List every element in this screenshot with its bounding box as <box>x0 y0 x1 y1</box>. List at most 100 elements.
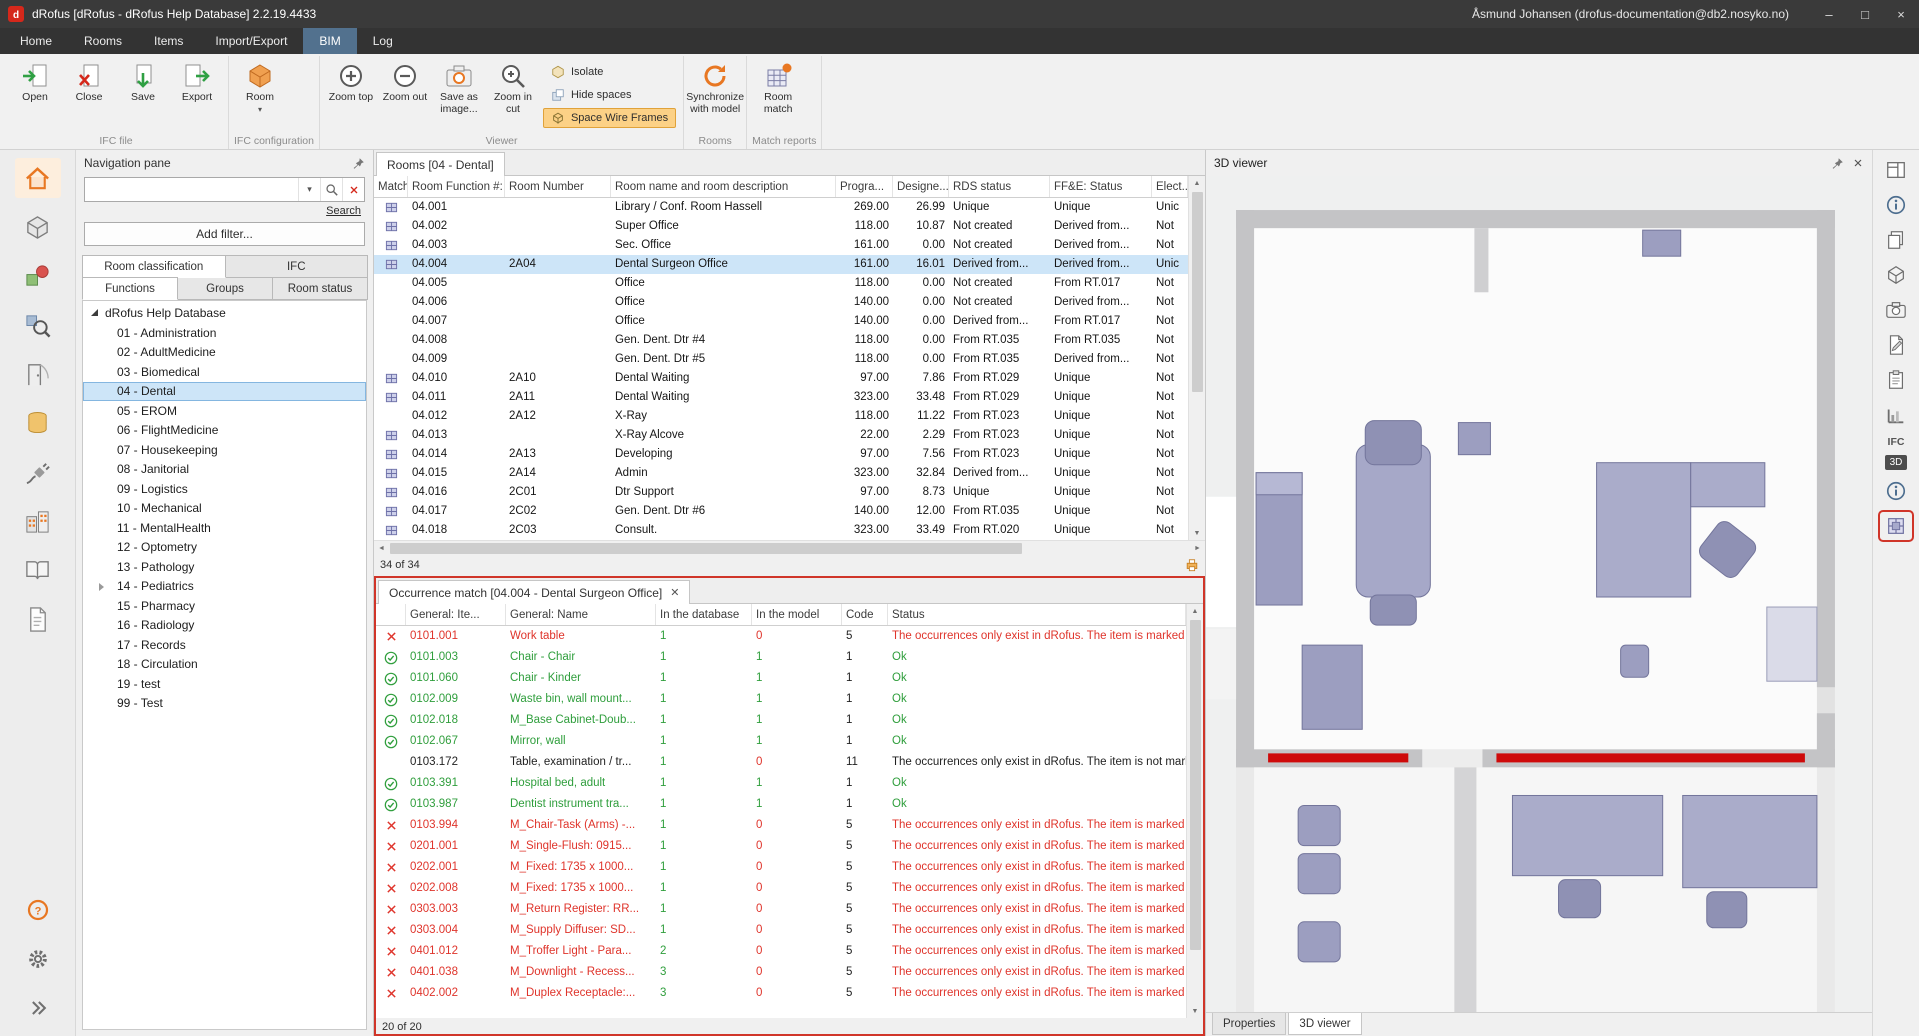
rooms-tab[interactable]: Rooms [04 - Dental] <box>376 152 505 176</box>
occurrence-match-tab[interactable]: Occurrence match [04.004 - Dental Surgeo… <box>378 580 690 604</box>
ribbon-button-export[interactable]: Export <box>171 58 223 128</box>
expander-icon[interactable] <box>91 309 98 316</box>
table-row[interactable]: 04.007Office140.000.00Derived from...Fro… <box>374 312 1188 331</box>
bim-model-icon[interactable] <box>1880 512 1912 540</box>
tree-item-18-circulation[interactable]: 18 - Circulation <box>83 655 366 675</box>
tree-item-16-radiology[interactable]: 16 - Radiology <box>83 616 366 636</box>
nav-subtab-groups[interactable]: Groups <box>177 277 273 300</box>
maximize-button[interactable]: □ <box>1847 0 1883 28</box>
tree-item-11-mentalhealth[interactable]: 11 - MentalHealth <box>83 518 366 538</box>
column-header-elect[interactable]: Elect... <box>1152 176 1188 197</box>
ribbon-toggle-space-wire-frames[interactable]: Space Wire Frames <box>543 108 676 128</box>
clipboard-icon[interactable] <box>1880 366 1912 394</box>
cube-icon[interactable] <box>1880 261 1912 289</box>
column-header-general-name[interactable]: General: Name <box>506 604 656 625</box>
tree-item-17-records[interactable]: 17 - Records <box>83 635 366 655</box>
tree-item-01-administration[interactable]: 01 - Administration <box>83 323 366 343</box>
search-dropdown-caret[interactable]: ▾ <box>298 178 320 201</box>
table-row[interactable]: 0303.003M_Return Register: RR...105The o… <box>376 899 1186 920</box>
table-row[interactable]: 0401.038M_Downlight - Recess...305The oc… <box>376 962 1186 983</box>
menu-tab-bim[interactable]: BIM <box>303 28 356 54</box>
ribbon-button-close[interactable]: Close <box>63 58 115 128</box>
nav-subtab-room-status[interactable]: Room status <box>272 277 368 300</box>
table-row[interactable]: 0101.003Chair - Chair111Ok <box>376 647 1186 668</box>
column-header-room-function[interactable]: Room Function #: <box>408 176 505 197</box>
table-row[interactable]: 0402.002M_Duplex Receptacle:...305The oc… <box>376 983 1186 1004</box>
column-header-code[interactable]: Code <box>842 604 888 625</box>
column-header-status[interactable]: Status <box>888 604 1186 625</box>
column-header-match[interactable]: Match <box>374 176 408 197</box>
tree-item-05-erom[interactable]: 05 - EROM <box>83 401 366 421</box>
search-link[interactable]: Search <box>88 205 361 217</box>
table-row[interactable]: 0103.391Hospital bed, adult111Ok <box>376 773 1186 794</box>
tree-item-06-flightmedicine[interactable]: 06 - FlightMedicine <box>83 421 366 441</box>
tree-item-13-pathology[interactable]: 13 - Pathology <box>83 557 366 577</box>
ribbon-button-zoom-in-cut[interactable]: Zoom in cut <box>487 58 539 128</box>
3d-badge[interactable]: 3D <box>1885 455 1908 470</box>
table-row[interactable]: 04.0172C02Gen. Dent. Dtr #6140.0012.00Fr… <box>374 502 1188 521</box>
rail-button-document-icon[interactable] <box>15 599 61 639</box>
table-row[interactable]: 0103.987Dentist instrument tra...111Ok <box>376 794 1186 815</box>
table-row[interactable]: 04.0042A04Dental Surgeon Office161.0016.… <box>374 255 1188 274</box>
table-row[interactable]: 04.0102A10Dental Waiting97.007.86From RT… <box>374 369 1188 388</box>
menu-tab-import-export[interactable]: Import/Export <box>199 28 303 54</box>
table-row[interactable]: 04.0122A12X-Ray118.0011.22From RT.023Uni… <box>374 407 1188 426</box>
rail-button-item-search-icon[interactable] <box>15 305 61 345</box>
ribbon-toggle-hide-spaces[interactable]: Hide spaces <box>543 85 676 105</box>
ribbon-button-zoom-top[interactable]: Zoom top <box>325 58 377 128</box>
column-header-general-ite[interactable]: General: Ite... <box>406 604 506 625</box>
tree-item-07-housekeeping[interactable]: 07 - Housekeeping <box>83 440 366 460</box>
rail-button-cable-icon[interactable] <box>15 452 61 492</box>
info-icon[interactable] <box>1880 191 1912 219</box>
occurrence-vertical-scrollbar[interactable]: ▲ ▼ <box>1186 604 1203 1018</box>
rail-button-rooms-icon[interactable] <box>15 207 61 247</box>
print-icon[interactable] <box>1185 558 1199 572</box>
tree-item-99-test[interactable]: 99 - Test <box>83 694 366 714</box>
table-row[interactable]: 04.002Super Office118.0010.87Not created… <box>374 217 1188 236</box>
nav-tab-ifc[interactable]: IFC <box>225 255 369 278</box>
ribbon-button-zoom-out[interactable]: Zoom out <box>379 58 431 128</box>
column-header-progra[interactable]: Progra... <box>836 176 893 197</box>
table-row[interactable]: 0102.018M_Base Cabinet-Doub...111Ok <box>376 710 1186 731</box>
table-row[interactable]: 0202.008M_Fixed: 1735 x 1000...105The oc… <box>376 878 1186 899</box>
column-header-ff-e-status[interactable]: FF&E: Status <box>1050 176 1152 197</box>
table-row[interactable]: 0103.994M_Chair-Task (Arms) -...105The o… <box>376 815 1186 836</box>
info-2-icon[interactable] <box>1880 477 1912 505</box>
menu-tab-items[interactable]: Items <box>138 28 199 54</box>
table-row[interactable]: 0401.012M_Troffer Light - Para...205The … <box>376 941 1186 962</box>
measure-icon[interactable] <box>1880 401 1912 429</box>
tree-item-15-pharmacy[interactable]: 15 - Pharmacy <box>83 596 366 616</box>
table-row[interactable]: 0202.001M_Fixed: 1735 x 1000...105The oc… <box>376 857 1186 878</box>
table-row[interactable]: 0201.001M_Single-Flush: 0915...105The oc… <box>376 836 1186 857</box>
tree-item-09-logistics[interactable]: 09 - Logistics <box>83 479 366 499</box>
rail-button-database-icon[interactable] <box>15 403 61 443</box>
close-tab-icon[interactable]: ✕ <box>670 586 679 599</box>
pin-icon[interactable] <box>352 157 365 170</box>
ribbon-button-save-as-image[interactable]: Save as image... <box>433 58 485 128</box>
table-row[interactable]: 04.013X-Ray Alcove22.002.29From RT.023Un… <box>374 426 1188 445</box>
minimize-button[interactable]: – <box>1811 0 1847 28</box>
3d-viewport[interactable] <box>1206 176 1872 1012</box>
rail-button-help-icon[interactable]: ? <box>15 890 61 930</box>
rail-button-buildings-icon[interactable] <box>15 501 61 541</box>
nav-subtab-functions[interactable]: Functions <box>82 277 178 300</box>
table-row[interactable]: 04.005Office118.000.00Not createdFrom RT… <box>374 274 1188 293</box>
column-header-match-state[interactable] <box>376 604 406 625</box>
tree-item-12-optometry[interactable]: 12 - Optometry <box>83 538 366 558</box>
viewer-tab-3d-viewer[interactable]: 3D viewer <box>1288 1013 1361 1035</box>
copies-icon[interactable] <box>1880 226 1912 254</box>
table-row[interactable]: 04.0182C03Consult.323.0033.49From RT.020… <box>374 521 1188 540</box>
table-row[interactable]: 04.0152A14Admin323.0032.84Derived from..… <box>374 464 1188 483</box>
table-row[interactable]: 0303.004M_Supply Diffuser: SD...105The o… <box>376 920 1186 941</box>
column-header-rds-status[interactable]: RDS status <box>949 176 1050 197</box>
viewer-tab-properties[interactable]: Properties <box>1212 1013 1286 1035</box>
table-row[interactable]: 0102.009Waste bin, wall mount...111Ok <box>376 689 1186 710</box>
tree-item-14-pediatrics[interactable]: 14 - Pediatrics <box>83 577 366 597</box>
tree-item-04-dental[interactable]: 04 - Dental <box>83 382 366 402</box>
table-row[interactable]: 04.0142A13Developing97.007.56From RT.023… <box>374 445 1188 464</box>
panel-layout-icon[interactable] <box>1880 156 1912 184</box>
ribbon-button-room[interactable]: Room▾ <box>234 58 286 128</box>
menu-tab-home[interactable]: Home <box>4 28 68 54</box>
add-filter-button[interactable]: Add filter... <box>84 222 365 246</box>
column-header-in-the-model[interactable]: In the model <box>752 604 842 625</box>
